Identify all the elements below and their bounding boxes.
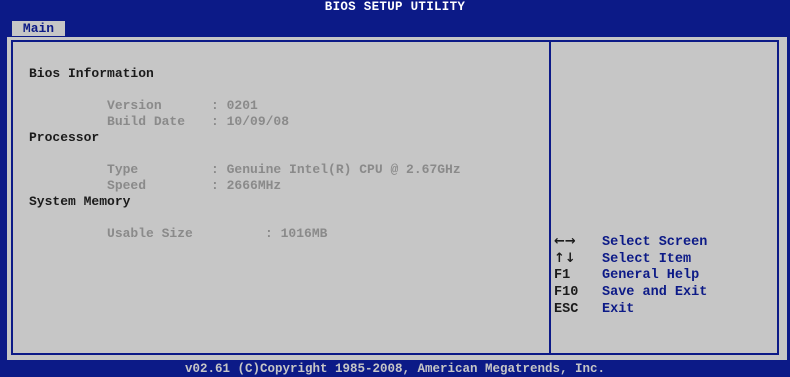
bios-screen: BIOS SETUP UTILITY Main Bios Information… xyxy=(0,0,790,377)
info-pane: Bios Information Version : 0201 Build Dat… xyxy=(29,66,539,241)
usable-size-value: : 1016MB xyxy=(265,226,328,241)
build-date-label: Build Date xyxy=(107,114,186,129)
usable-size-label: Usable Size xyxy=(107,226,193,241)
processor-type-value: : Genuine Intel(R) CPU @ 2.67GHz xyxy=(211,162,461,177)
help-key: ESC xyxy=(554,302,579,317)
processor-type-label: Type xyxy=(107,162,139,177)
help-description: General Help xyxy=(602,268,700,283)
processor-speed-value: : 2666MHz xyxy=(211,178,282,193)
processor-type-row: Type : Genuine Intel(R) CPU @ 2.67GHz xyxy=(29,146,539,177)
help-description: Select Screen xyxy=(602,235,708,250)
bios-information-heading: Bios Information xyxy=(29,66,154,81)
main-panel: Bios Information Version : 0201 Build Dat… xyxy=(7,37,787,360)
help-description: Save and Exit xyxy=(602,285,708,300)
window-title: BIOS SETUP UTILITY xyxy=(324,0,466,14)
help-description: Select Item xyxy=(602,252,692,267)
processor-speed-label: Speed xyxy=(107,178,147,193)
panel-divider xyxy=(549,42,551,353)
copyright-footer: v02.61 (C)Copyright 1985-2008, American … xyxy=(184,362,606,376)
version-label: Version xyxy=(107,98,162,113)
help-item-select-item: ↑↓ Select Item xyxy=(554,250,774,267)
help-description: Exit xyxy=(602,302,635,317)
help-item-save-exit: F10 Save and Exit xyxy=(554,284,774,301)
help-pane: ←→ Select Screen ↑↓ Select Item F1 General … xyxy=(554,233,774,318)
up-down-arrows-icon: ↑↓ xyxy=(554,251,576,266)
help-item-exit: ESC Exit xyxy=(554,301,774,318)
version-value: : 0201 xyxy=(211,98,258,113)
help-item-general-help: F1 General Help xyxy=(554,267,774,284)
usable-size-row: Usable Size : 1016MB xyxy=(29,210,539,241)
help-item-select-screen: ←→ Select Screen xyxy=(554,233,774,250)
help-key: F1 xyxy=(554,268,571,283)
left-right-arrows-icon: ←→ xyxy=(554,234,576,249)
system-memory-heading: System Memory xyxy=(29,194,131,209)
build-date-value: : 10/09/08 xyxy=(211,114,290,129)
help-key: F10 xyxy=(554,285,579,300)
bios-version-row: Version : 0201 xyxy=(29,82,539,113)
processor-heading: Processor xyxy=(29,130,100,145)
tab-main[interactable]: Main xyxy=(12,21,65,36)
